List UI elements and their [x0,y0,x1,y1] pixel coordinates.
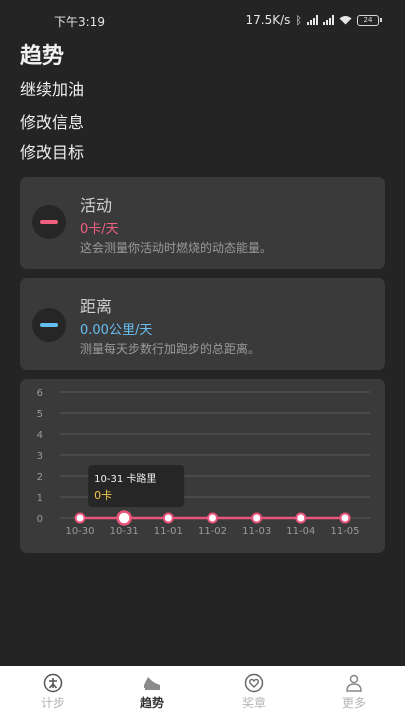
data-point [339,512,351,524]
sneaker-icon [144,677,160,690]
distance-card[interactable]: 距离 0.00公里/天 测量每天步数行加跑步的总距离。 [20,278,385,370]
trend-chart-svg: 0 1 2 3 4 5 6 10-30 10-31 11-01 11-02 11-03 11-04 11-… [37,388,370,537]
y-tick-label: 0 [37,514,43,525]
page-title: 趋势 [20,44,65,69]
x-tick-label: 10-30 [65,526,94,537]
activity-value: 0卡/天 [80,222,119,237]
y-tick-label: 4 [37,430,43,441]
data-point [162,512,174,524]
data-point [251,512,263,524]
x-tick-label: 10-31 [110,526,139,537]
distance-title: 距离 [80,297,113,316]
status-time: 下午3:19 [54,15,105,29]
y-tick-label: 3 [37,451,43,462]
distance-description: 测量每天步数行加跑步的总距离。 [80,342,261,356]
activity-description: 这会测量你活动时燃烧的动态能量。 [80,241,273,255]
x-tick-label: 11-05 [330,526,359,537]
status-bar: 下午3:19 17.5K/s ᛒ 24 [0,0,405,40]
tab-more-label: 更多 [341,696,366,710]
x-tick-label: 11-01 [154,526,183,537]
tab-trend-label: 趋势 [139,696,164,710]
wifi-icon [339,16,352,25]
y-tick-label: 1 [37,493,43,504]
keep-going-link[interactable]: 继续加油 [20,76,84,100]
status-indicators: 17.5K/s ᛒ 24 [245,13,382,27]
tab-medals[interactable]: 奖章 [214,666,294,720]
tooltip-value: 0卡 [94,489,112,502]
signal-icon-2 [323,15,334,25]
y-tick-label: 6 [37,388,43,399]
trend-chart[interactable]: 0 1 2 3 4 5 6 10-30 10-31 11-01 11-02 11-03 11-04 11-… [20,379,385,553]
person-more-icon [346,674,362,692]
battery-level: 24 [363,15,373,24]
activity-dash-icon [32,205,66,239]
edit-info-link[interactable]: 修改信息 [20,109,84,133]
y-tick-label: 5 [37,409,43,420]
activity-title: 活动 [80,196,113,215]
distance-value: 0.00公里/天 [80,323,153,338]
bluetooth-icon: ᛒ [295,13,302,27]
x-tick-label: 11-04 [286,526,315,537]
activity-card[interactable]: 活动 0卡/天 这会测量你活动时燃烧的动态能量。 [20,177,385,269]
data-point [74,512,86,524]
tab-steps[interactable]: 计步 [13,666,93,720]
data-point [207,512,218,524]
x-tick-label: 11-03 [242,526,271,537]
tab-trend[interactable]: 趋势 [112,666,192,720]
tab-steps-label: 计步 [40,696,65,710]
bottom-tab-bar: 计步 趋势 奖章 更多 [0,666,405,720]
signal-icon [307,15,318,25]
battery-icon: 24 [357,14,382,26]
data-point [295,512,307,524]
edit-goal-link[interactable]: 修改目标 [20,139,84,163]
data-point [116,510,132,526]
step-counter-icon [43,673,63,693]
y-tick-label: 2 [37,472,43,483]
tab-more[interactable]: 更多 [314,666,394,720]
network-speed: 17.5K/s [245,13,291,27]
heart-medal-icon [244,673,264,693]
distance-dash-icon [32,308,66,342]
x-tick-label: 11-02 [198,526,227,537]
tab-medals-label: 奖章 [241,696,266,710]
tooltip-title: 10-31 卡路里 [94,472,156,485]
